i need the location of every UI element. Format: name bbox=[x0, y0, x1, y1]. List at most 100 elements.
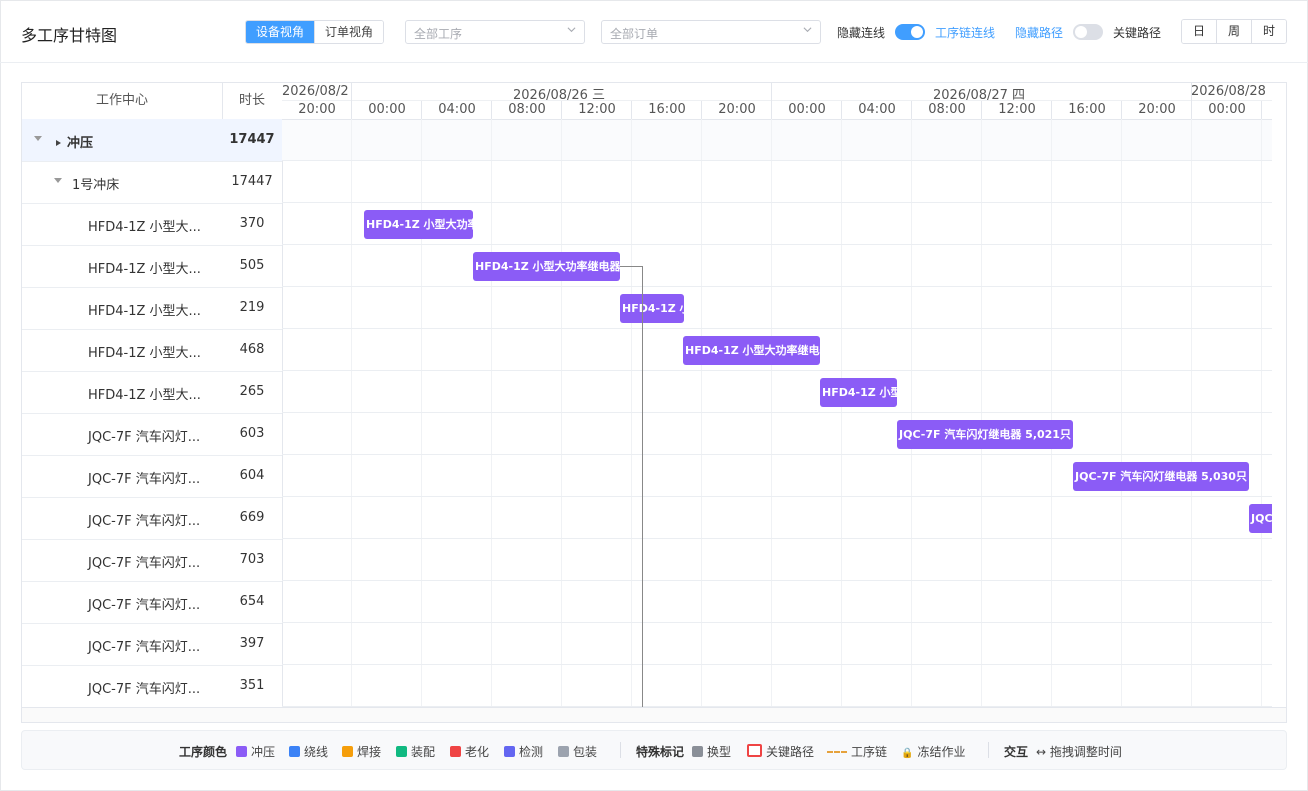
order-select-placeholder: 全部订单 bbox=[610, 27, 659, 41]
interaction-label: 交互 bbox=[1004, 745, 1029, 759]
timeline-hour: 08:00 bbox=[928, 102, 966, 117]
task-row[interactable]: JQC-7F 汽车闪灯... 654 bbox=[22, 581, 282, 624]
row-duration: 505 bbox=[239, 258, 265, 273]
grid-vline bbox=[421, 119, 422, 707]
task-bar[interactable]: HFD4-1Z 小型大功率继电器 bbox=[683, 336, 820, 365]
work-center-column-header: 工作中心 bbox=[22, 83, 223, 119]
task-row[interactable]: JQC-7F 汽车闪灯... 603 bbox=[22, 413, 282, 456]
row-duration: 468 bbox=[239, 342, 265, 357]
legend-label: 绕线 bbox=[304, 745, 329, 759]
task-bar[interactable]: JQC-7F 汽车闪灯继电器 bbox=[1249, 504, 1272, 533]
legend-label: 换型 bbox=[707, 745, 732, 759]
grid-vline bbox=[491, 119, 492, 707]
task-row[interactable]: HFD4-1Z 小型大... 219 bbox=[22, 287, 282, 330]
legend-label: 老化 bbox=[465, 745, 490, 759]
timeline-hour: 00:00 bbox=[788, 102, 826, 117]
row-duration: 654 bbox=[239, 594, 265, 609]
process-select[interactable]: 全部工序 bbox=[405, 20, 585, 44]
hide-path-label[interactable]: 隐藏路径 bbox=[1015, 24, 1063, 41]
group-row[interactable]: 冲压 17447 bbox=[22, 119, 282, 162]
timeline-hour: 08:00 bbox=[508, 102, 546, 117]
lock-icon: 🔒 bbox=[901, 748, 914, 759]
legend-label: 装配 bbox=[411, 745, 436, 759]
legend-critical-path-item: 关键路径 bbox=[747, 743, 814, 760]
task-bar[interactable]: HFD4-1Z 小型大功率继电器 bbox=[820, 378, 897, 407]
scale-hour-button[interactable]: 时 bbox=[1251, 20, 1286, 43]
legend-process-item: 绕线 bbox=[289, 743, 328, 760]
task-bar[interactable]: HFD4-1Z 小型大功率继电器 bbox=[364, 210, 473, 239]
row-name: HFD4-1Z 小型大... bbox=[88, 220, 201, 235]
task-bar[interactable]: JQC-7F 汽车闪灯继电器 5,021只 bbox=[897, 420, 1073, 449]
row-name: HFD4-1Z 小型大... bbox=[88, 346, 201, 361]
task-row[interactable]: HFD4-1Z 小型大... 265 bbox=[22, 371, 282, 414]
grid-hline bbox=[282, 370, 1272, 371]
task-bar[interactable]: JQC-7F 汽车闪灯继电器 5,030只 bbox=[1073, 462, 1249, 491]
grid-vline bbox=[911, 119, 912, 707]
legend-label: 冲压 bbox=[251, 745, 276, 759]
timeline-hour: 12:00 bbox=[998, 102, 1036, 117]
scale-week-button[interactable]: 周 bbox=[1216, 20, 1251, 43]
legend-label: 工序链 bbox=[851, 745, 888, 759]
grid-hline bbox=[282, 328, 1272, 329]
critical-path-label: 关键路径 bbox=[1113, 26, 1162, 40]
day-divider bbox=[771, 83, 772, 101]
collapse-caret-icon[interactable] bbox=[34, 136, 42, 141]
row-duration: 17447 bbox=[229, 132, 275, 147]
order-view-button[interactable]: 订单视角 bbox=[314, 21, 384, 43]
task-row[interactable]: HFD4-1Z 小型大... 505 bbox=[22, 245, 282, 288]
dependency-link bbox=[642, 266, 643, 707]
grid-vline bbox=[1051, 119, 1052, 707]
task-bar[interactable]: HFD4-1Z 小型大功率继电器 bbox=[473, 252, 620, 281]
work-center-panel: 工作中心 时长 冲压 17447 1号冲床 17447 HFD4-1Z 小型大... 37… bbox=[22, 83, 283, 708]
critical-path-switch[interactable] bbox=[1073, 24, 1103, 40]
process-chain-links-label[interactable]: 工序链连线 bbox=[935, 24, 995, 41]
grid-hline bbox=[282, 202, 1272, 203]
row-duration: 370 bbox=[239, 216, 265, 231]
row-duration: 351 bbox=[239, 678, 265, 693]
color-swatch bbox=[236, 746, 247, 757]
color-swatch bbox=[289, 746, 300, 757]
grid-hline bbox=[282, 286, 1272, 287]
process-colors-label: 工序颜色 bbox=[179, 745, 228, 759]
task-row[interactable]: JQC-7F 汽车闪灯... 351 bbox=[22, 665, 282, 708]
row-name: HFD4-1Z 小型大... bbox=[88, 388, 201, 403]
chevron-down-icon bbox=[567, 27, 576, 33]
legend-changeover-item: 换型 bbox=[692, 743, 731, 760]
legend-process-chain-item: 工序链 bbox=[827, 743, 887, 760]
hide-links-switch[interactable] bbox=[895, 24, 925, 40]
machine-row[interactable]: 1号冲床 17447 bbox=[22, 161, 282, 204]
row-duration: 219 bbox=[239, 300, 265, 315]
row-name: 冲压 bbox=[56, 132, 93, 151]
horizontal-scrollbar[interactable] bbox=[22, 707, 1286, 722]
task-bar[interactable]: HFD4-1Z 小型大功率继电器 bbox=[620, 294, 684, 323]
task-row[interactable]: JQC-7F 汽车闪灯... 604 bbox=[22, 455, 282, 498]
chevron-down-icon bbox=[803, 27, 812, 33]
row-name: JQC-7F 汽车闪灯... bbox=[88, 430, 201, 445]
grid-hline bbox=[282, 496, 1272, 497]
task-row[interactable]: HFD4-1Z 小型大... 370 bbox=[22, 203, 282, 246]
timeline-hour: 16:00 bbox=[1068, 102, 1106, 117]
row-name: HFD4-1Z 小型大... bbox=[88, 262, 201, 277]
task-row[interactable]: HFD4-1Z 小型大... 468 bbox=[22, 329, 282, 372]
collapse-caret-icon[interactable] bbox=[54, 178, 62, 183]
task-row[interactable]: JQC-7F 汽车闪灯... 703 bbox=[22, 539, 282, 582]
row-duration: 17447 bbox=[231, 174, 273, 189]
row-name-text: 冲压 bbox=[67, 136, 94, 151]
legend-process-item: 焊接 bbox=[342, 743, 381, 760]
device-view-button[interactable]: 设备视角 bbox=[246, 21, 315, 43]
timeline-hour: 12:00 bbox=[578, 102, 616, 117]
expand-arrow-icon bbox=[56, 140, 61, 146]
row-duration: 397 bbox=[239, 636, 265, 651]
row-duration: 265 bbox=[239, 384, 265, 399]
row-name: JQC-7F 汽车闪灯... bbox=[88, 598, 201, 613]
grid-hline bbox=[282, 160, 1272, 161]
view-mode-toggle: 设备视角 订单视角 bbox=[245, 20, 385, 44]
task-row[interactable]: JQC-7F 汽车闪灯... 669 bbox=[22, 497, 282, 540]
task-row[interactable]: JQC-7F 汽车闪灯... 397 bbox=[22, 623, 282, 666]
order-select[interactable]: 全部订单 bbox=[601, 20, 821, 44]
timeline-panel[interactable]: 2026/08/2 2026/08/26 三 2026/08/27 四 2026/08… bbox=[282, 83, 1272, 707]
scale-day-button[interactable]: 日 bbox=[1182, 20, 1216, 43]
timeline-hour: 04:00 bbox=[438, 102, 476, 117]
legend-label: 关键路径 bbox=[766, 745, 815, 759]
grid-vline bbox=[351, 119, 352, 707]
